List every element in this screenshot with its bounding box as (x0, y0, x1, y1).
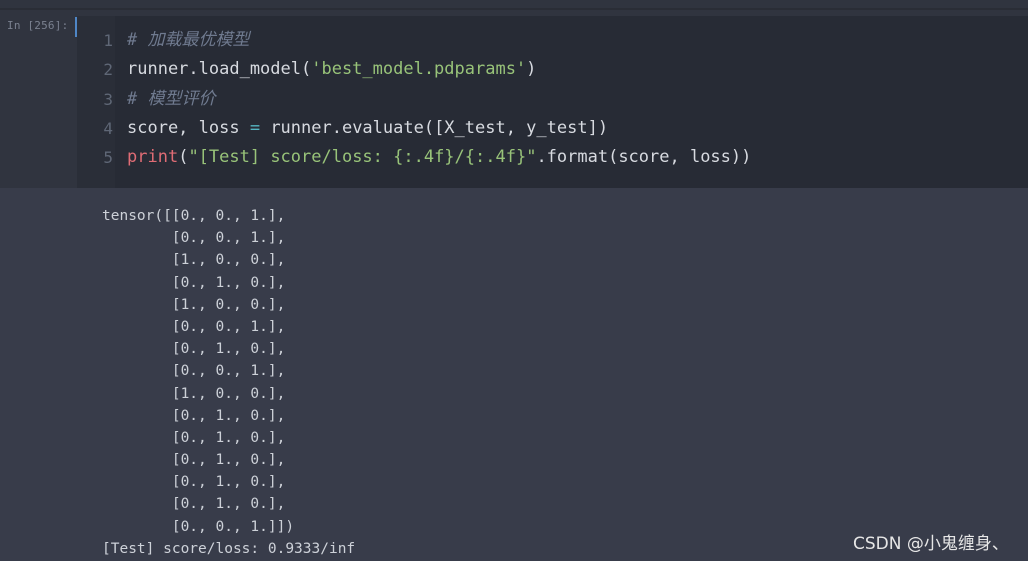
line-number: 3 (103, 89, 113, 109)
output-line: [1., 0., 0.], (102, 385, 286, 402)
output-line: [0., 1., 0.], (102, 341, 286, 358)
output-line: [0., 1., 0.], (102, 452, 286, 469)
code-text[interactable]: score, loss = runner.evaluate([X_test, y… (127, 114, 608, 143)
output-line: [0., 1., 0.], (102, 429, 286, 446)
code-text[interactable]: runner.load_model('best_model.pdparams') (127, 55, 536, 84)
output-line: [0., 0., 1.]]) (102, 518, 295, 535)
code-token: # 加载最优模型 (127, 30, 250, 50)
line-number: 1 (103, 31, 113, 50)
line-number: 2 (103, 60, 113, 80)
code-token: .format(score, loss)) (536, 147, 752, 168)
output-line: [1., 0., 0.], (102, 252, 286, 269)
output-line: [0., 0., 1.], (102, 363, 286, 380)
code-text[interactable]: # 模型评价 (127, 85, 215, 114)
code-text[interactable]: # 加载最优模型 (127, 26, 249, 55)
output-line: [0., 1., 0.], (102, 496, 286, 513)
output-line: [1., 0., 0.], (102, 296, 286, 313)
output-line: [0., 1., 0.], (102, 407, 286, 424)
code-token: ( (178, 147, 189, 168)
output-line: [0., 1., 0.], (102, 274, 286, 291)
line-number: 5 (103, 148, 113, 168)
output-line: [0., 0., 1.], (102, 230, 286, 247)
cell-prompt: In [256]: (7, 19, 69, 32)
line-number: 4 (103, 118, 113, 138)
output-line: [0., 1., 0.], (102, 474, 286, 491)
code-token: 'best_model.pdparams' (311, 59, 527, 80)
code-token: print (127, 147, 179, 168)
watermark: CSDN @小鬼缠身、 (853, 534, 1009, 554)
cell-output: tensor([[0., 0., 1.], [0., 0., 1.], [1.,… (102, 205, 355, 560)
code-token: = (249, 117, 261, 138)
code-token: # 模型评价 (127, 88, 216, 109)
code-token: "[Test] score/loss: {:.4f}/{:.4f}" (188, 147, 537, 168)
notebook-top-bar (0, 0, 1028, 8)
code-token: runner.evaluate([X_test, y_test]) (260, 117, 609, 138)
code-token: ) (526, 59, 537, 80)
code-token: score, loss (127, 117, 250, 138)
code-text[interactable]: print("[Test] score/loss: {:.4f}/{:.4f}"… (127, 143, 751, 172)
output-line: [Test] score/loss: 0.9333/inf (102, 540, 356, 557)
code-token: runner.load_model( (127, 59, 312, 80)
output-line: tensor([[0., 0., 1.], (102, 208, 286, 224)
output-line: [0., 0., 1.], (102, 318, 286, 335)
